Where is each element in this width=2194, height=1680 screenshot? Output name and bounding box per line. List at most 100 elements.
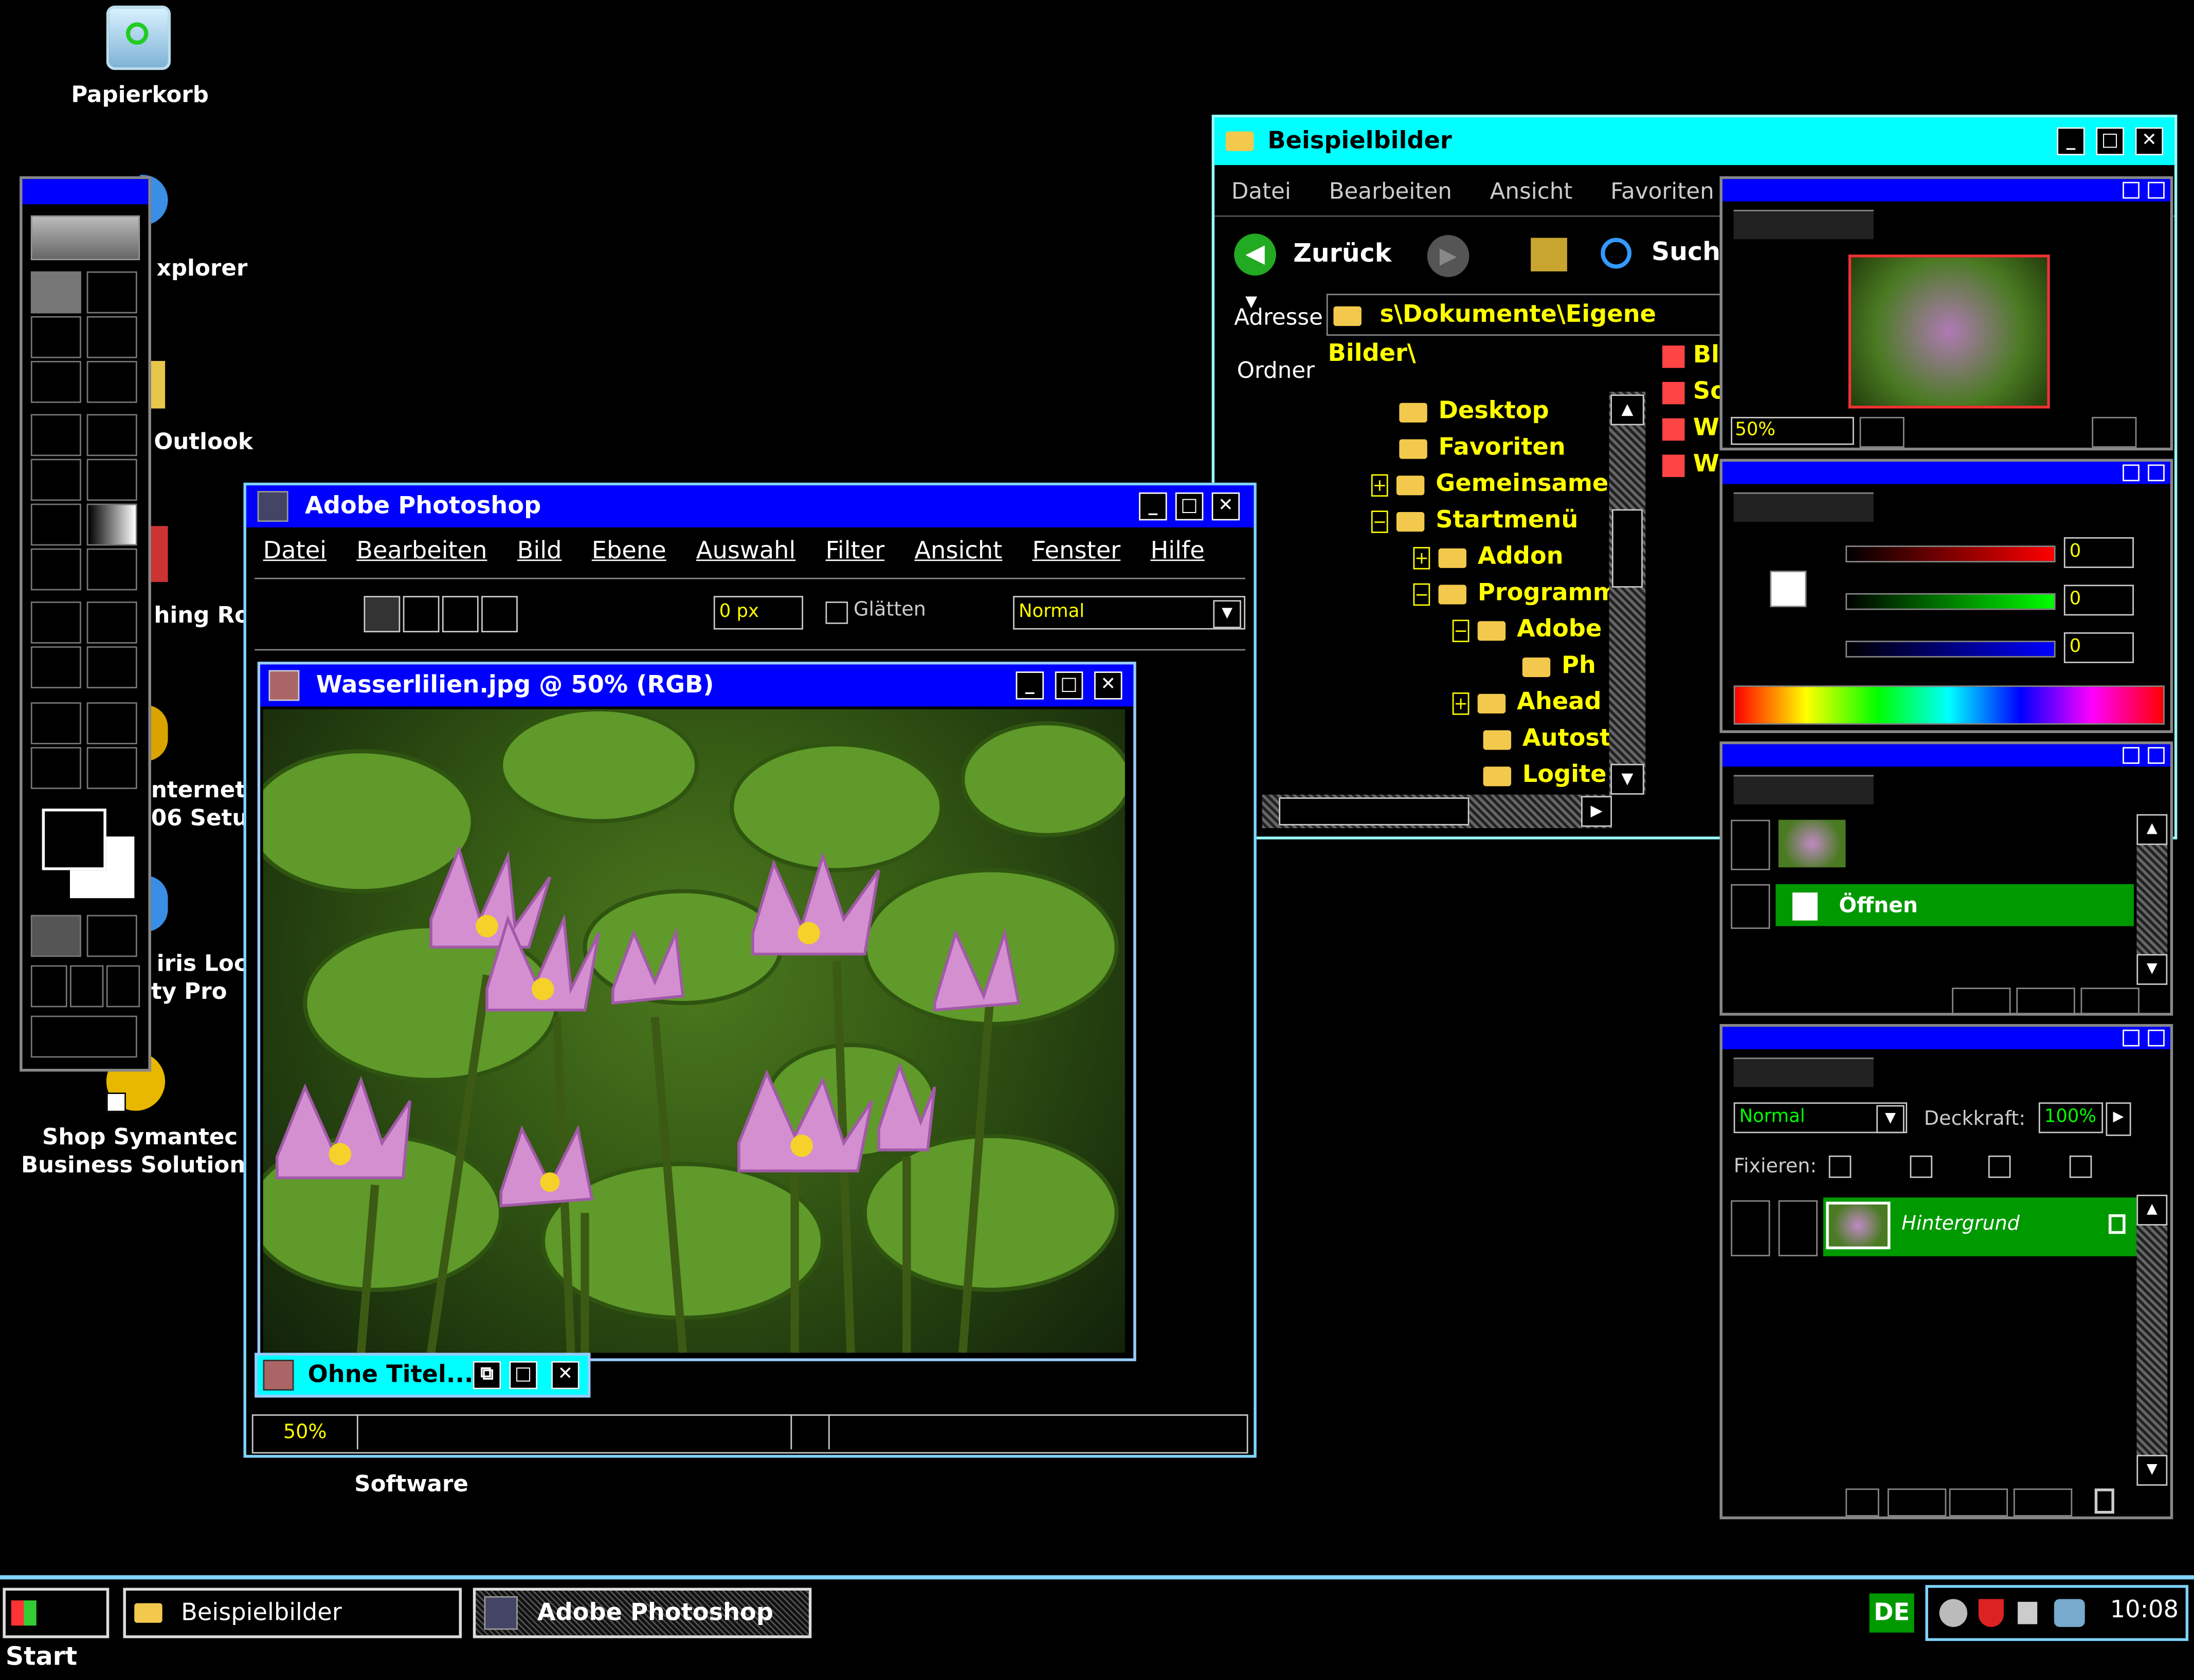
scroll-right-button[interactable]: ▶ <box>1581 796 1612 827</box>
lock-position-checkbox[interactable] <box>1988 1155 2011 1178</box>
screen-mode-black-button[interactable] <box>106 965 140 1008</box>
back-button[interactable]: ◀ Zurück ▼ <box>1234 232 1402 311</box>
status-zoom[interactable]: 50% <box>253 1415 358 1450</box>
tree-item[interactable]: − Programm <box>1413 579 1618 607</box>
selection-mode-new[interactable] <box>364 596 401 633</box>
scroll-up-button[interactable]: ▲ <box>2136 1194 2168 1226</box>
desktop-icon-label-outlook[interactable]: Outlook <box>154 428 253 456</box>
language-indicator[interactable]: DE <box>1869 1593 1914 1633</box>
desktop-icon-label-pro[interactable]: ty Pro <box>151 978 227 1006</box>
dodge-tool[interactable] <box>86 548 137 591</box>
palette-title-bar[interactable] <box>1722 744 2170 767</box>
stamp-tool[interactable] <box>30 459 81 501</box>
maximize-button[interactable]: □ <box>509 1361 537 1390</box>
lock-transparency-checkbox[interactable] <box>1828 1155 1852 1178</box>
close-button[interactable]: ✕ <box>1094 671 1122 700</box>
menu-filter[interactable]: Filter <box>826 537 885 565</box>
brush-tool[interactable] <box>86 414 137 456</box>
close-button[interactable] <box>2148 181 2165 199</box>
lock-all-checkbox[interactable] <box>2069 1155 2092 1178</box>
scroll-down-button[interactable]: ▼ <box>2136 954 2168 985</box>
antialias-checkbox[interactable] <box>825 601 848 624</box>
clock[interactable]: 10:08 <box>2110 1596 2179 1624</box>
toolbox-title-bar[interactable] <box>22 179 149 205</box>
palette-tab[interactable] <box>1733 210 1874 240</box>
new-document-from-state-button[interactable] <box>1952 988 2011 1016</box>
history-scrollbar[interactable]: ▲ ▼ <box>2136 814 2168 985</box>
new-layer-button[interactable] <box>2013 1488 2073 1517</box>
minimize-button[interactable] <box>2123 181 2139 199</box>
maximize-button[interactable]: □ <box>2096 127 2124 156</box>
tree-item[interactable]: − Adobe <box>1452 615 1602 644</box>
taskbar-button-explorer[interactable]: Beispielbilder <box>123 1587 462 1638</box>
pen-tool[interactable] <box>30 646 81 688</box>
slice-tool[interactable] <box>86 361 137 403</box>
new-set-button[interactable] <box>1888 1488 1947 1517</box>
desktop-icon-label-3[interactable]: hing Ro <box>154 601 250 629</box>
eyedropper-tool[interactable] <box>86 702 137 744</box>
tree-item[interactable]: + Gemeinsame <box>1371 470 1608 498</box>
scroll-down-button[interactable]: ▼ <box>1610 763 1644 795</box>
quick-mask-button[interactable] <box>86 915 137 957</box>
menu-ansicht[interactable]: Ansicht <box>914 537 1002 565</box>
palette-tab[interactable] <box>1733 492 1874 522</box>
desktop-icon-label-internet[interactable]: nternet <box>151 776 246 804</box>
explorer-title-bar[interactable]: Beispielbilder _ □ ✕ <box>1214 117 2174 166</box>
desktop-icon-label-symantec-1[interactable]: Shop Symantec <box>14 1123 266 1151</box>
zoom-in-button[interactable] <box>2092 416 2137 448</box>
gradient-tool[interactable] <box>86 503 137 546</box>
maximize-button[interactable]: □ <box>1175 492 1204 521</box>
menu-favoriten[interactable]: Favoriten <box>1610 178 1714 205</box>
type-tool[interactable] <box>86 601 137 644</box>
menu-hilfe[interactable]: Hilfe <box>1150 537 1204 565</box>
tree-item[interactable]: + Ahead <box>1452 688 1602 716</box>
tree-horizontal-scrollbar[interactable]: ▶ <box>1262 794 1612 829</box>
tree-item[interactable]: Autost <box>1483 725 1611 753</box>
lasso-tool[interactable] <box>30 316 81 358</box>
screen-mode-full-button[interactable] <box>70 965 104 1008</box>
adjustment-layer-button[interactable] <box>1949 1488 2008 1517</box>
desktop-icon-label-iris[interactable]: iris Loc <box>157 950 247 978</box>
recycle-bin-icon[interactable] <box>106 5 171 70</box>
close-button[interactable]: ✕ <box>551 1361 579 1390</box>
minimize-button[interactable]: _ <box>1016 671 1044 700</box>
shape-tool[interactable] <box>86 646 137 688</box>
tree-item[interactable]: + Addon <box>1413 543 1564 571</box>
crop-tool[interactable] <box>30 361 81 403</box>
palette-tab[interactable] <box>1733 1057 1874 1087</box>
lock-pixels-checkbox[interactable] <box>1910 1155 1933 1178</box>
menu-bearbeiten[interactable]: Bearbeiten <box>356 537 487 565</box>
tree-item[interactable]: Logite <box>1483 761 1607 789</box>
blur-tool[interactable] <box>30 548 81 591</box>
palette-title-bar[interactable] <box>1722 179 2170 202</box>
desktop-icon-label-symantec-2[interactable]: Business Solutions <box>14 1152 266 1179</box>
volume-icon[interactable] <box>2018 1601 2038 1624</box>
menu-datei[interactable]: Datei <box>1231 178 1291 205</box>
close-button[interactable] <box>2148 1029 2165 1047</box>
snapshot-thumbnail[interactable] <box>1778 819 1846 868</box>
water-lilies-image[interactable] <box>263 709 1125 1353</box>
red-value-input[interactable]: 0 <box>2063 537 2134 568</box>
scroll-up-button[interactable]: ▲ <box>2136 814 2168 845</box>
palette-title-bar[interactable] <box>1722 462 2170 484</box>
palette-tab[interactable] <box>1733 775 1874 805</box>
palette-title-bar[interactable] <box>1722 1027 2170 1049</box>
blue-value-input[interactable]: 0 <box>2063 632 2134 663</box>
photoshop-logo[interactable] <box>30 215 140 261</box>
taskbar-button-photoshop[interactable]: Adobe Photoshop <box>473 1587 812 1638</box>
selection-mode-add[interactable] <box>403 596 440 633</box>
scroll-down-button[interactable]: ▼ <box>2136 1455 2168 1486</box>
folder-up-icon[interactable] <box>1531 238 1567 271</box>
navigator-zoom-input[interactable]: 50% <box>1731 416 1854 445</box>
desktop-icon-label-recycle-bin[interactable]: Papierkorb <box>42 81 238 109</box>
foreground-color-swatch[interactable] <box>42 808 106 870</box>
tree-item[interactable]: Favoriten <box>1399 434 1566 462</box>
layer-visibility-toggle[interactable] <box>1731 1200 1770 1256</box>
layer-style-button[interactable] <box>1787 1491 1818 1514</box>
blend-mode-select[interactable]: Normal ▼ <box>1733 1102 1908 1134</box>
red-slider[interactable] <box>1845 545 2056 562</box>
tree-item[interactable]: Ph <box>1522 652 1596 680</box>
menu-bearbeiten[interactable]: Bearbeiten <box>1329 178 1452 205</box>
scroll-up-button[interactable]: ▲ <box>1610 394 1644 426</box>
forward-button[interactable]: ▶ <box>1427 235 1470 277</box>
